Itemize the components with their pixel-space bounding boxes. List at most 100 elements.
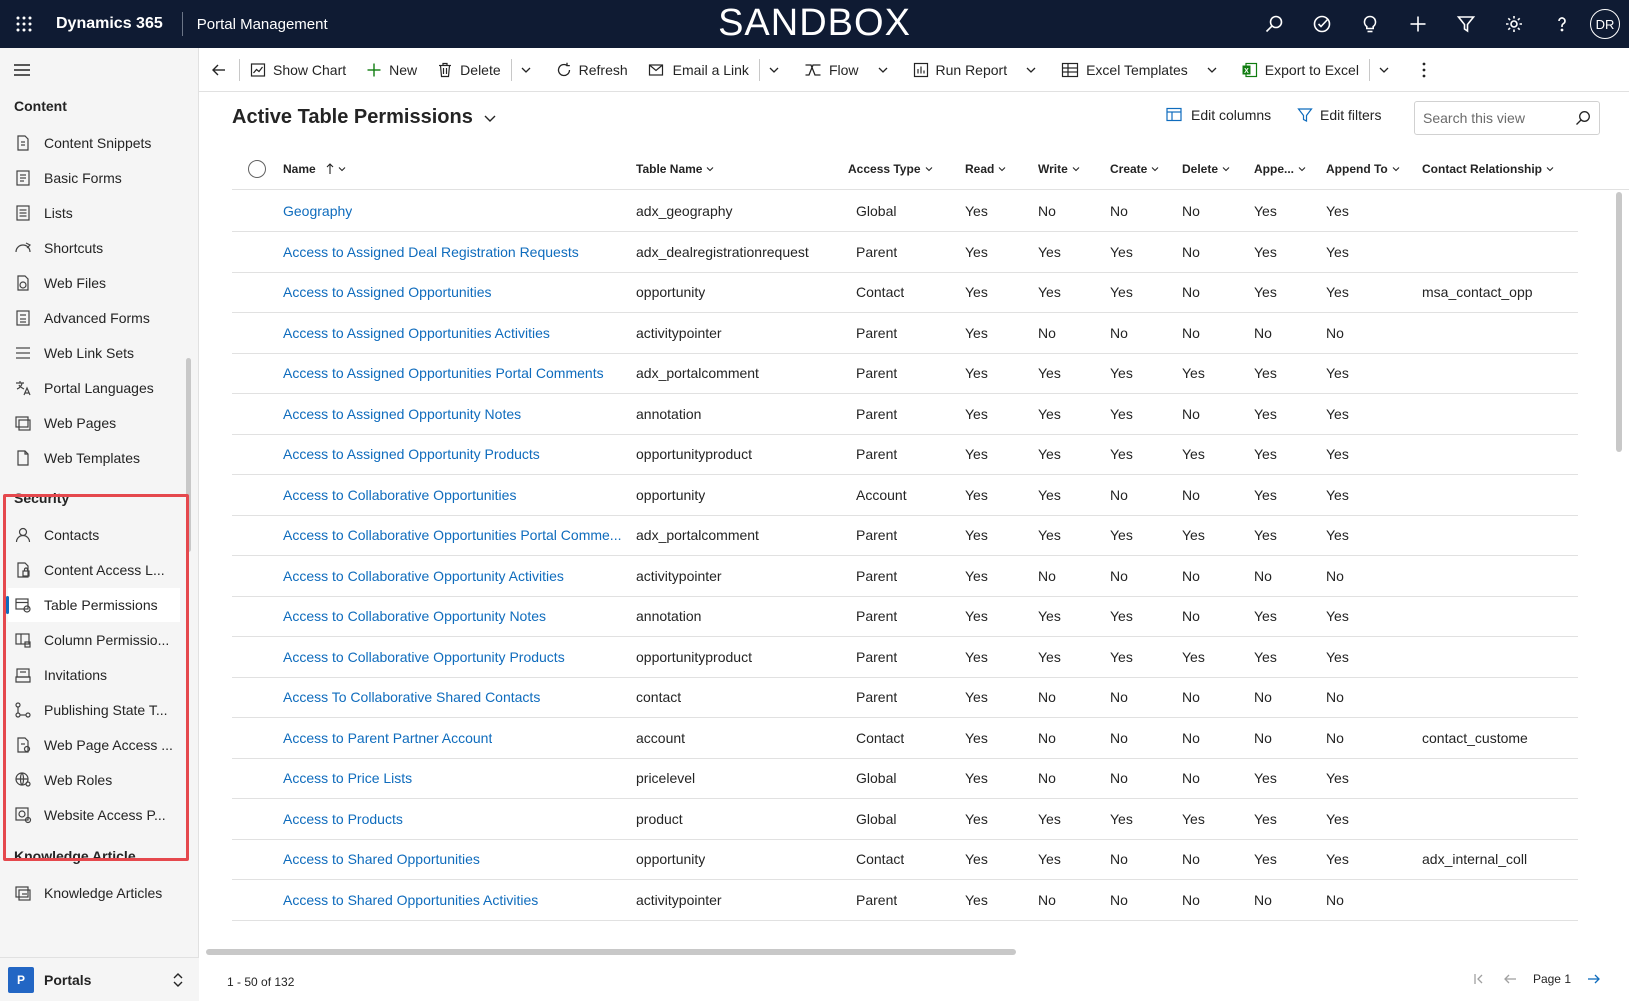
record-name-link[interactable]: Access to Assigned Opportunity Notes [283,406,521,422]
table-row[interactable]: Geography adx_geography Global Yes No No No Yes… [232,190,1578,232]
more-options-icon[interactable] [1414,48,1434,92]
sidebar-item-shortcuts[interactable]: Shortcuts [8,231,180,265]
chevron-down-icon[interactable] [1388,165,1400,173]
column-header-appe[interactable]: Appe... [1254,162,1306,176]
show-chart-button[interactable]: Show Chart [240,48,356,92]
record-name-link[interactable]: Access to Shared Opportunities [283,851,480,867]
chevron-down-icon[interactable] [334,165,346,173]
record-name-link[interactable]: Access to Collaborative Opportunity Acti… [283,568,564,584]
new-button[interactable]: New [356,48,427,92]
app-launcher-icon[interactable] [0,0,48,48]
column-header-append-to[interactable]: Append To [1326,162,1400,176]
select-all-checkbox[interactable] [248,160,266,178]
table-row[interactable]: Access to Assigned Opportunities opportun… [232,271,1578,313]
table-row[interactable]: Access to Parent Partner Account account C… [232,717,1578,759]
table-row[interactable]: Access to Collaborative Opportunity Note… [232,595,1578,637]
table-row[interactable]: Access to Shared Opportunities Activitie… [232,879,1578,921]
view-selector[interactable]: Active Table Permissions [232,106,497,129]
edit-columns-button[interactable]: Edit columns [1166,107,1271,123]
sidebar-item-content-snippets[interactable]: Content Snippets [8,126,180,160]
chevron-down-icon[interactable] [512,48,540,92]
column-header-contact-relationship[interactable]: Contact Relationship [1422,162,1554,176]
record-name-link[interactable]: Access to Collaborative Opportunity Note… [283,608,546,624]
help-icon[interactable] [1538,0,1586,48]
record-name-link[interactable]: Access to Collaborative Opportunities [283,487,516,503]
search-icon[interactable] [1250,0,1298,48]
column-header-create[interactable]: Create [1110,162,1159,176]
chevron-down-icon[interactable] [1370,48,1398,92]
table-row[interactable]: Access to Products product Global Yes Yes Yes… [232,798,1578,840]
delete-button[interactable]: Delete [427,48,510,92]
column-header-access-type[interactable]: Access Type [848,162,933,176]
export-excel-button[interactable]: X Export to Excel [1232,48,1369,92]
record-name-link[interactable]: Access To Collaborative Shared Contacts [283,689,540,705]
sidebar-item-web-pages[interactable]: Web Pages [8,406,180,440]
column-header-delete[interactable]: Delete [1182,162,1230,176]
table-row[interactable]: Access to Assigned Deal Registration Req… [232,231,1578,273]
first-page-icon[interactable] [1473,972,1487,986]
column-header-name[interactable]: Name [283,162,346,176]
sidebar-item-web-link-sets[interactable]: Web Link Sets [8,336,180,370]
gear-icon[interactable] [1490,0,1538,48]
avatar[interactable]: DR [1590,9,1620,39]
chevron-down-icon[interactable] [921,165,933,173]
chevron-down-icon[interactable] [702,165,714,173]
plus-icon[interactable] [1394,0,1442,48]
chevron-down-icon[interactable] [1147,165,1159,173]
search-view-box[interactable] [1414,101,1600,135]
table-row[interactable]: Access to Collaborative Opportunity Acti… [232,555,1578,597]
chevron-down-icon[interactable] [1294,165,1306,173]
record-name-link[interactable]: Access to Assigned Opportunities [283,284,492,300]
back-button[interactable] [199,48,239,92]
record-name-link[interactable]: Access to Price Lists [283,770,412,786]
chevron-down-icon[interactable] [1017,48,1045,92]
chevron-down-icon[interactable] [1218,165,1230,173]
sidebar-item-portal-languages[interactable]: Portal Languages [8,371,180,405]
edit-filters-button[interactable]: Edit filters [1297,107,1381,123]
table-row[interactable]: Access to Shared Opportunities opportunit… [232,838,1578,880]
refresh-button[interactable]: Refresh [546,48,638,92]
sidebar-item-basic-forms[interactable]: Basic Forms [8,161,180,195]
table-row[interactable]: Access to Price Lists pricelevel Global Yes… [232,757,1578,799]
grid-horizontal-scrollbar[interactable] [206,949,1016,955]
record-name-link[interactable]: Access to Collaborative Opportunities Po… [283,527,621,543]
record-name-link[interactable]: Access to Assigned Opportunities Portal … [283,365,604,381]
grid-vertical-scrollbar[interactable] [1616,192,1622,452]
run-report-button[interactable]: Run Report [903,48,1018,92]
area-switcher[interactable]: P Portals [0,957,199,1001]
table-row[interactable]: Access to Collaborative Opportunities Po… [232,514,1578,556]
app-area-name[interactable]: Portal Management [197,16,328,33]
chevron-down-icon[interactable] [869,48,897,92]
search-icon[interactable] [1575,110,1591,126]
record-name-link[interactable]: Access to Assigned Opportunity Products [283,446,540,462]
task-check-icon[interactable] [1298,0,1346,48]
sidebar-item-web-templates[interactable]: Web Templates [8,441,180,475]
search-input[interactable] [1423,110,1563,126]
flow-button[interactable]: Flow [794,48,869,92]
table-row[interactable]: Access to Assigned Opportunity Products o… [232,433,1578,475]
record-name-link[interactable]: Access to Shared Opportunities Activitie… [283,892,538,908]
app-name[interactable]: Dynamics 365 [56,15,163,33]
hamburger-menu-icon[interactable] [12,60,32,80]
table-row[interactable]: Access to Collaborative Opportunity Prod… [232,636,1578,678]
previous-page-icon[interactable] [1503,972,1517,986]
chevron-down-icon[interactable] [1198,48,1226,92]
table-row[interactable]: Access to Assigned Opportunity Notes anno… [232,393,1578,435]
chevron-down-icon[interactable] [760,48,788,92]
record-name-link[interactable]: Geography [283,203,352,219]
table-row[interactable]: Access to Assigned Opportunities Activit… [232,312,1578,354]
email-link-button[interactable]: Email a Link [638,48,759,92]
column-header-write[interactable]: Write [1038,162,1080,176]
sidebar-item-knowledge-articles[interactable]: Knowledge Articles [8,876,180,910]
column-header-read[interactable]: Read [965,162,1006,176]
sidebar-item-lists[interactable]: Lists [8,196,180,230]
record-name-link[interactable]: Access to Parent Partner Account [283,730,492,746]
table-row[interactable]: Access to Assigned Opportunities Portal … [232,352,1578,394]
next-page-icon[interactable] [1587,972,1601,986]
filter-icon[interactable] [1442,0,1490,48]
record-name-link[interactable]: Access to Collaborative Opportunity Prod… [283,649,565,665]
chevron-up-down-icon[interactable] [171,971,185,989]
chevron-down-icon[interactable] [1542,165,1554,173]
sidebar-item-advanced-forms[interactable]: Advanced Forms [8,301,180,335]
sidebar-item-web-files[interactable]: Web Files [8,266,180,300]
